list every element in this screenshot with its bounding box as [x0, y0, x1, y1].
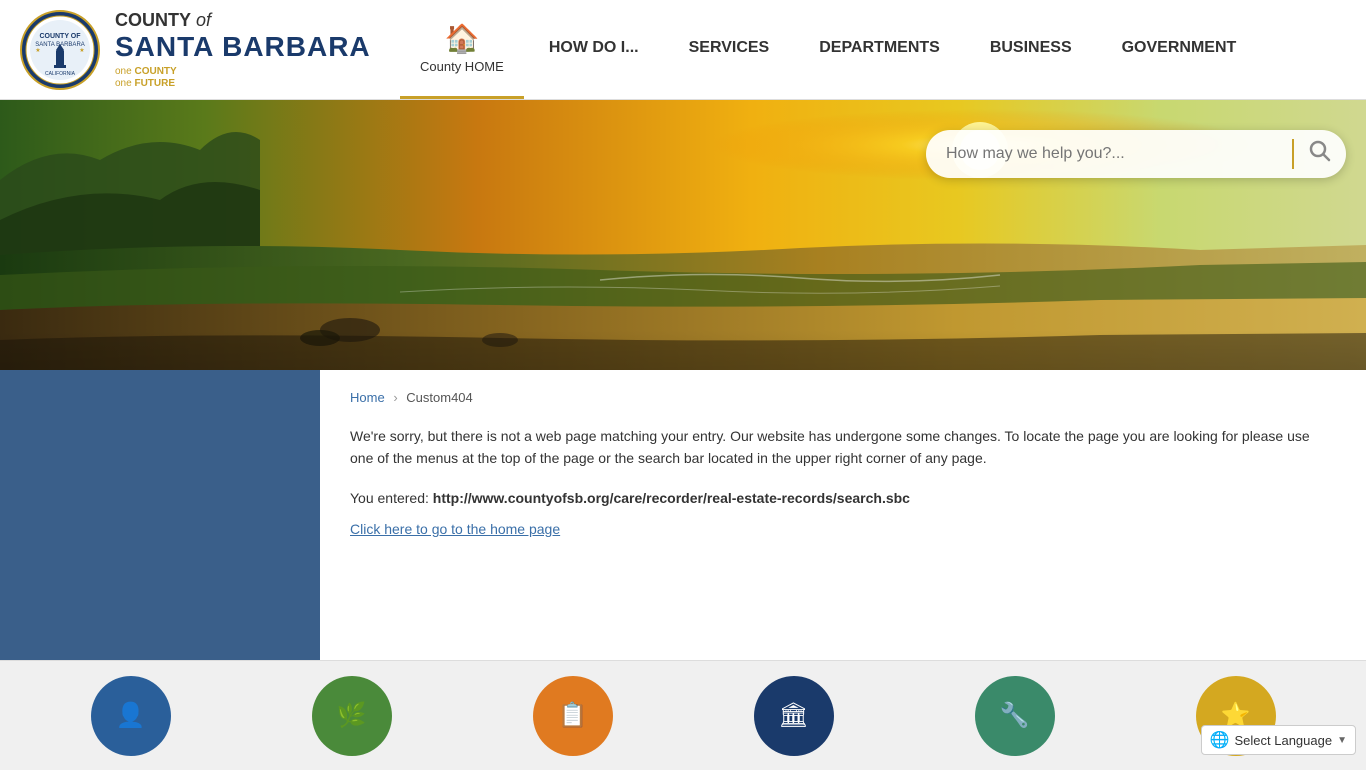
language-selector[interactable]: 🌐 Select Language ▼ [1201, 725, 1356, 755]
nav-government[interactable]: GOVERNMENT [1097, 0, 1262, 99]
breadcrumb-separator: › [393, 390, 397, 405]
go-home-link[interactable]: Click here to go to the home page [350, 521, 560, 537]
footer-area: 👤 🌿 📋 🏛 🔧 ⭐ 🌐 Select Language ▼ [0, 660, 1366, 770]
nav-departments[interactable]: DEPARTMENTS [794, 0, 965, 99]
search-icon [1309, 140, 1331, 162]
svg-text:★: ★ [35, 47, 40, 54]
entered-url-text: You entered: http://www.countyofsb.org/c… [350, 490, 1336, 506]
language-label: Select Language [1235, 733, 1333, 748]
search-divider [1292, 139, 1294, 169]
circle-icon-4: 🏛 [778, 701, 808, 730]
county-of-label: COUNTY of [115, 10, 371, 31]
home-icon: 🏠 [444, 22, 479, 55]
language-dropdown-arrow: ▼ [1337, 735, 1347, 746]
svg-text:CALIFORNIA: CALIFORNIA [45, 71, 76, 77]
content-area: Home › Custom404 We're sorry, but there … [320, 370, 1366, 660]
nav-section: 🏠 County HOME HOW DO I... SERVICES DEPAR… [400, 0, 1366, 99]
entered-prefix: You entered: [350, 490, 433, 506]
nav-services[interactable]: SERVICES [664, 0, 795, 99]
hero-dark-bottom [0, 330, 1366, 370]
breadcrumb-home-link[interactable]: Home [350, 390, 385, 405]
logo-section: COUNTY OF SANTA BARBARA CALIFORNIA ★ ★ C… [0, 0, 400, 99]
sidebar [0, 370, 320, 660]
santa-barbara-label: SANTA BARBARA [115, 31, 371, 63]
entered-url-value: http://www.countyofsb.org/care/recorder/… [433, 490, 910, 506]
search-button[interactable] [1304, 138, 1336, 170]
circle-button-2[interactable]: 🌿 [312, 676, 392, 756]
logo-text: COUNTY of SANTA BARBARA one COUNTY one F… [115, 10, 371, 89]
search-bar-container [926, 130, 1346, 178]
county-word: COUNTY [115, 10, 191, 30]
circle-icon-5: 🔧 [1000, 701, 1030, 730]
translate-icon: 🌐 [1210, 730, 1230, 750]
circle-button-3[interactable]: 📋 [533, 676, 613, 756]
svg-text:★: ★ [79, 47, 84, 54]
svg-text:COUNTY OF: COUNTY OF [39, 33, 81, 40]
nav-how-do-i[interactable]: HOW DO I... [524, 0, 664, 99]
header: COUNTY OF SANTA BARBARA CALIFORNIA ★ ★ C… [0, 0, 1366, 100]
nav-business[interactable]: BUSINESS [965, 0, 1097, 99]
error-message: We're sorry, but there is not a web page… [350, 425, 1336, 470]
circle-icon-2: 🌿 [337, 701, 367, 730]
circle-button-5[interactable]: 🔧 [975, 676, 1055, 756]
breadcrumb: Home › Custom404 [350, 390, 1336, 405]
hero-section [0, 100, 1366, 370]
main-content: Home › Custom404 We're sorry, but there … [0, 370, 1366, 660]
of-word: of [196, 10, 211, 30]
search-input[interactable] [946, 145, 1282, 163]
county-tagline: one COUNTY one FUTURE [115, 65, 371, 89]
nav-home[interactable]: 🏠 County HOME [400, 0, 524, 99]
circle-button-1[interactable]: 👤 [91, 676, 171, 756]
circle-icon-3: 📋 [558, 701, 588, 730]
nav-home-label: County HOME [420, 59, 504, 74]
county-seal: COUNTY OF SANTA BARBARA CALIFORNIA ★ ★ [20, 10, 100, 90]
circle-icon-1: 👤 [116, 701, 146, 730]
breadcrumb-current: Custom404 [406, 390, 472, 405]
circle-button-4[interactable]: 🏛 [754, 676, 834, 756]
nav-items: HOW DO I... SERVICES DEPARTMENTS BUSINES… [524, 0, 1366, 99]
